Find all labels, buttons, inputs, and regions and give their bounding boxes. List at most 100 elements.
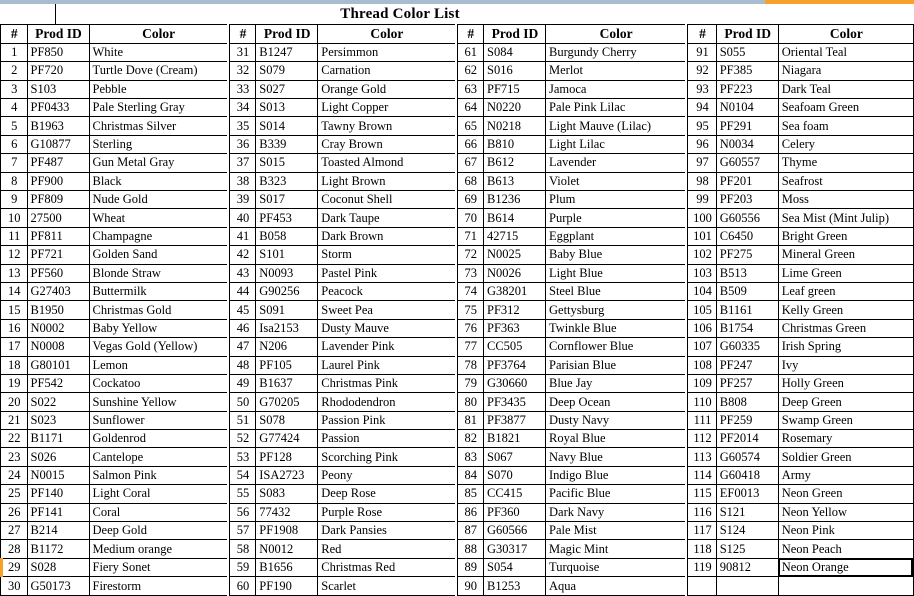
- cell-color-name[interactable]: Dusty Navy: [545, 411, 686, 431]
- table-row[interactable]: 34 S013 Light Copper: [229, 98, 455, 118]
- cell-number[interactable]: 78: [457, 356, 484, 375]
- cell-number[interactable]: 97: [688, 153, 717, 173]
- cell-color-name[interactable]: Ivy: [778, 356, 913, 375]
- cell-prod-id[interactable]: PF3877: [483, 411, 546, 431]
- cell-number[interactable]: 33: [229, 80, 257, 100]
- cell-prod-id[interactable]: S022: [27, 392, 90, 412]
- table-row[interactable]: 36 B339 Cray Brown: [229, 135, 455, 155]
- cell-number[interactable]: 110: [688, 392, 717, 412]
- cell-color-name[interactable]: Dark Brown: [317, 227, 455, 247]
- table-row[interactable]: 61 S084 Burgundy Cherry: [457, 43, 686, 63]
- table-row[interactable]: 25 PF140 Light Coral: [1, 484, 227, 504]
- table-row[interactable]: 116 S121 Neon Yellow: [688, 503, 913, 523]
- table-row[interactable]: 42 S101 Storm: [229, 245, 455, 265]
- cell-number[interactable]: 31: [229, 43, 257, 63]
- cell-number[interactable]: 47: [229, 337, 257, 357]
- cell-prod-id[interactable]: PF720: [27, 61, 90, 81]
- cell-prod-id[interactable]: S015: [255, 153, 319, 173]
- cell-number[interactable]: 16: [1, 319, 28, 339]
- cell-prod-id[interactable]: G60557: [716, 153, 779, 173]
- cell-prod-id[interactable]: C6450: [716, 227, 779, 247]
- cell-prod-id[interactable]: S013: [255, 98, 319, 118]
- cell-color-name[interactable]: Plum: [545, 190, 686, 210]
- cell-color-name[interactable]: Lavender Pink: [317, 337, 455, 357]
- table-row[interactable]: 15 B1950 Christmas Gold: [1, 300, 227, 320]
- table-row[interactable]: 45 S091 Sweet Pea: [229, 300, 455, 320]
- table-row[interactable]: 113 G60574 Soldier Green: [688, 447, 913, 467]
- table-row[interactable]: 78 PF3764 Parisian Blue: [457, 356, 686, 375]
- cell-prod-id[interactable]: B323: [255, 172, 319, 192]
- table-row[interactable]: 31 B1247 Persimmon: [229, 43, 455, 63]
- cell-prod-id[interactable]: PF312: [483, 300, 546, 320]
- cell-prod-id[interactable]: B810: [483, 135, 546, 155]
- cell-number[interactable]: 99: [688, 190, 717, 210]
- cell-number[interactable]: 37: [229, 153, 257, 173]
- cell-number[interactable]: 64: [457, 98, 484, 118]
- cell-number[interactable]: 20: [1, 392, 28, 412]
- cell-prod-id[interactable]: B1172: [27, 539, 90, 559]
- cell-number[interactable]: 4: [1, 98, 28, 118]
- table-row[interactable]: 104 B509 Leaf green: [688, 282, 913, 302]
- cell-color-name[interactable]: Violet: [545, 172, 686, 192]
- cell-number[interactable]: 76: [457, 319, 484, 339]
- table-row[interactable]: 50 G70205 Rhododendron: [229, 392, 455, 412]
- cell-number[interactable]: 73: [457, 264, 484, 283]
- cell-color-name[interactable]: Christmas Gold: [89, 300, 227, 320]
- table-row[interactable]: 85 CC415 Pacific Blue: [457, 484, 686, 504]
- table-row[interactable]: 119 90812 Neon Orange: [688, 558, 913, 578]
- table-row[interactable]: 112 PF2014 Rosemary: [688, 429, 913, 449]
- cell-prod-id[interactable]: S016: [483, 61, 546, 81]
- cell-color-name[interactable]: Aqua: [546, 577, 686, 595]
- table-row[interactable]: 88 G30317 Magic Mint: [457, 539, 686, 559]
- cell-color-name[interactable]: Laurel Pink: [317, 356, 455, 375]
- cell-prod-id[interactable]: B1171: [27, 429, 90, 449]
- cell-color-name[interactable]: Dark Pansies: [317, 521, 455, 541]
- cell-number[interactable]: 98: [688, 172, 717, 192]
- table-row[interactable]: 68 B613 Violet: [457, 172, 686, 192]
- cell-prod-id[interactable]: G90256: [255, 282, 319, 302]
- cell-prod-id[interactable]: G60335: [716, 337, 779, 357]
- cell-color-name[interactable]: Burgundy Cherry: [545, 43, 686, 63]
- table-row[interactable]: 56 77432 Purple Rose: [229, 503, 455, 523]
- cell-number[interactable]: 71: [457, 227, 484, 247]
- cell-prod-id[interactable]: B1637: [255, 374, 319, 394]
- cell-prod-id[interactable]: ISA2723: [255, 466, 319, 486]
- cell-prod-id[interactable]: PF190: [255, 576, 319, 596]
- cell-prod-id[interactable]: PF453: [255, 208, 319, 228]
- cell-prod-id[interactable]: PF385: [716, 61, 779, 81]
- cell-number[interactable]: 12: [1, 245, 28, 265]
- cell-number[interactable]: 21: [1, 411, 28, 431]
- cell-prod-id[interactable]: B1950: [27, 300, 90, 320]
- cell-color-name[interactable]: Nude Gold: [89, 190, 227, 210]
- table-row[interactable]: 81 PF3877 Dusty Navy: [457, 411, 686, 431]
- cell-number[interactable]: 14: [1, 282, 28, 302]
- cell-color-name[interactable]: Deep Gold: [89, 521, 227, 541]
- cell-number[interactable]: 108: [688, 356, 717, 375]
- cell-color-name[interactable]: Neon Yellow: [778, 503, 913, 523]
- cell-number[interactable]: 83: [457, 447, 484, 467]
- cell-number[interactable]: 112: [688, 429, 717, 449]
- cell-number[interactable]: 48: [229, 356, 257, 375]
- table-row[interactable]: 35 S014 Tawny Brown: [229, 116, 455, 136]
- cell-color-name[interactable]: Deep Ocean: [545, 392, 686, 412]
- table-row[interactable]: 24 N0015 Salmon Pink: [1, 466, 227, 486]
- cell-color-name[interactable]: Storm: [317, 245, 455, 265]
- cell-number[interactable]: 84: [457, 466, 484, 486]
- cell-number[interactable]: 35: [229, 116, 257, 136]
- cell-color-name[interactable]: Indigo Blue: [545, 466, 686, 486]
- cell-color-name[interactable]: Sea Mist (Mint Julip): [778, 208, 913, 228]
- cell-prod-id[interactable]: PF203: [716, 190, 779, 210]
- cell-prod-id[interactable]: S028: [27, 558, 90, 578]
- table-row[interactable]: 38 B323 Light Brown: [229, 172, 455, 192]
- table-row[interactable]: 95 PF291 Sea foam: [688, 116, 913, 136]
- table-row[interactable]: 54 ISA2723 Peony: [229, 466, 455, 486]
- cell-color-name[interactable]: Scorching Pink: [317, 447, 455, 467]
- table-row[interactable]: 37 S015 Toasted Almond: [229, 153, 455, 173]
- cell-prod-id[interactable]: S055: [716, 43, 779, 63]
- table-row[interactable]: 118 S125 Neon Peach: [688, 539, 913, 559]
- cell-color-name[interactable]: Dark Taupe: [317, 208, 455, 228]
- cell-color-name[interactable]: Pale Mist: [545, 521, 686, 541]
- cell-prod-id[interactable]: PF3435: [483, 392, 546, 412]
- cell-number[interactable]: 55: [229, 484, 257, 504]
- cell-number[interactable]: 92: [688, 61, 717, 81]
